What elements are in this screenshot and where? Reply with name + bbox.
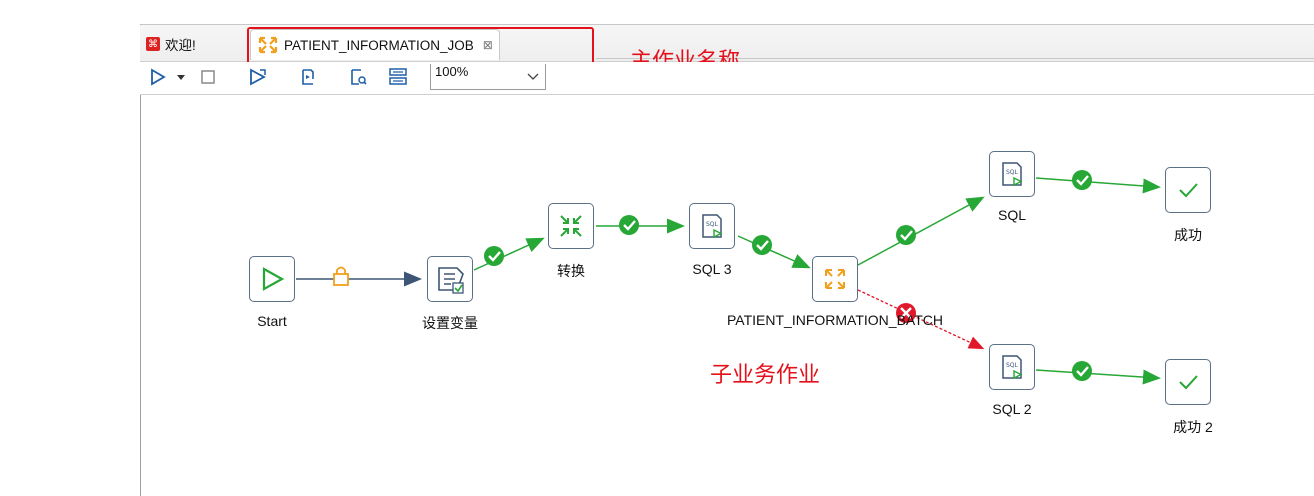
node-patient-information-batch-label: PATIENT_INFORMATION_BATCH — [727, 312, 943, 328]
node-transform[interactable] — [548, 203, 594, 249]
svg-text:SQL: SQL — [1006, 169, 1019, 176]
hop-sql3-batch[interactable] — [737, 235, 811, 269]
node-sql[interactable]: SQL — [989, 151, 1035, 197]
success-check-icon — [1072, 170, 1092, 190]
node-success-label: 成功 — [1174, 227, 1202, 243]
hop-sql2-success2[interactable] — [1035, 369, 1161, 385]
transform-icon — [560, 215, 582, 237]
success-check-icon — [619, 215, 639, 235]
node-success2-label: 成功 2 — [1173, 419, 1213, 435]
success-check-icon — [1072, 361, 1092, 381]
node-sql2-label: SQL 2 — [992, 401, 1032, 417]
node-start-label: Start — [257, 313, 287, 329]
node-success[interactable] — [1165, 167, 1211, 213]
job-canvas — [296, 170, 1161, 385]
node-patient-information-batch[interactable] — [812, 256, 858, 302]
node-success2[interactable] — [1165, 359, 1211, 405]
sql-script-icon: SQL — [1002, 162, 1023, 187]
node-sql2[interactable]: SQL — [989, 344, 1035, 390]
node-set-variables-label: 设置变量 — [422, 315, 478, 331]
hop-sql-success[interactable] — [1035, 177, 1161, 194]
annotation-sub-job: 子业务作业 — [710, 363, 821, 388]
svg-text:SQL: SQL — [706, 221, 719, 228]
success-check-icon — [484, 246, 504, 266]
sql-script-icon: SQL — [702, 214, 723, 239]
sql-script-icon: SQL — [1002, 355, 1023, 380]
lock-icon — [333, 266, 349, 286]
set-variables-icon — [438, 267, 464, 294]
hop-batch-sql[interactable] — [857, 196, 985, 266]
node-transform-label: 转换 — [557, 263, 585, 279]
node-sql3[interactable]: SQL — [689, 203, 735, 249]
svg-text:SQL: SQL — [1006, 362, 1019, 369]
job-entry-icon — [825, 269, 845, 289]
success-check-icon — [896, 225, 916, 245]
node-start[interactable] — [249, 256, 295, 302]
node-sql3-label: SQL 3 — [692, 261, 732, 277]
checkmark-icon — [1179, 183, 1198, 198]
node-set-variables[interactable] — [427, 256, 473, 302]
play-icon — [262, 267, 285, 291]
checkmark-icon — [1179, 375, 1198, 390]
node-sql-label: SQL — [997, 207, 1027, 223]
success-check-icon — [752, 235, 772, 255]
